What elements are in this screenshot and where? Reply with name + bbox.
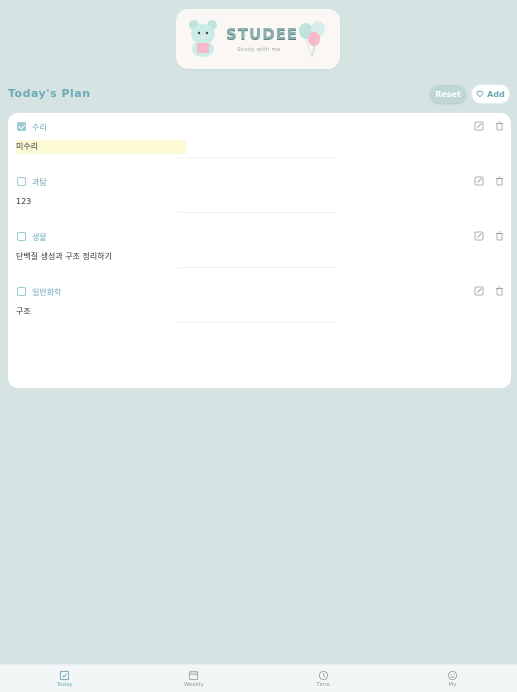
plan-subject: 과탐 (32, 178, 47, 187)
edit-icon[interactable] (474, 176, 484, 186)
plan-item: 수리 미수리 (8, 113, 511, 165)
check-square-icon (60, 670, 70, 680)
logo-subtitle: Study with me (237, 47, 281, 53)
bear-icon (189, 20, 217, 57)
edit-icon[interactable] (474, 286, 484, 296)
trash-icon[interactable] (495, 231, 504, 241)
divider (178, 157, 336, 158)
add-button[interactable]: Add (471, 84, 510, 104)
plan-subject: 일반화학 (32, 288, 62, 297)
tab-label: My (448, 681, 457, 688)
plan-item: 일반화학 구조 (8, 278, 511, 330)
plan-subject: 수리 (32, 123, 47, 132)
heart-icon (476, 90, 484, 98)
add-button-label: Add (487, 89, 505, 99)
edit-icon[interactable] (474, 121, 484, 131)
plan-task[interactable]: 123 (16, 195, 31, 209)
plan-item: 과탐 123 (8, 168, 511, 220)
plan-list: 수리 미수리 과탐 123 생물 단백질 생성과 구조 정리하기 일반화학 구조 (8, 113, 511, 388)
logo-title: STUDEE (226, 25, 299, 43)
plan-checkbox[interactable] (17, 177, 26, 186)
plan-item: 생물 단백질 생성과 구조 정리하기 (8, 223, 511, 275)
bottom-tab-bar: Today Weekly Time My (0, 664, 517, 692)
trash-icon[interactable] (495, 121, 504, 131)
plan-subject: 생물 (32, 233, 47, 242)
plan-task[interactable]: 구조 (16, 305, 31, 319)
tab-label: Weekly (183, 681, 204, 688)
tab-label: Today (56, 681, 73, 688)
tab-weekly[interactable]: Weekly (129, 665, 258, 692)
logo-card: STUDEE Study with me (176, 9, 340, 69)
balloons-icon (299, 21, 325, 58)
divider (178, 212, 336, 213)
calendar-icon (189, 670, 199, 680)
plan-checkbox[interactable] (17, 122, 26, 131)
tab-label: Time (316, 681, 330, 688)
page-title: Today's Plan (8, 87, 91, 100)
clock-icon (318, 670, 328, 680)
tab-today[interactable]: Today (0, 665, 129, 692)
plan-checkbox[interactable] (17, 287, 26, 296)
plan-task[interactable]: 미수리 (16, 140, 186, 154)
plan-checkbox[interactable] (17, 232, 26, 241)
smile-icon (447, 670, 457, 680)
tab-time[interactable]: Time (259, 665, 388, 692)
reset-button[interactable]: Reset (430, 85, 466, 103)
edit-icon[interactable] (474, 231, 484, 241)
trash-icon[interactable] (495, 286, 504, 296)
trash-icon[interactable] (495, 176, 504, 186)
tab-my[interactable]: My (388, 665, 517, 692)
divider (178, 322, 336, 323)
divider (178, 267, 336, 268)
plan-task[interactable]: 단백질 생성과 구조 정리하기 (16, 250, 112, 264)
